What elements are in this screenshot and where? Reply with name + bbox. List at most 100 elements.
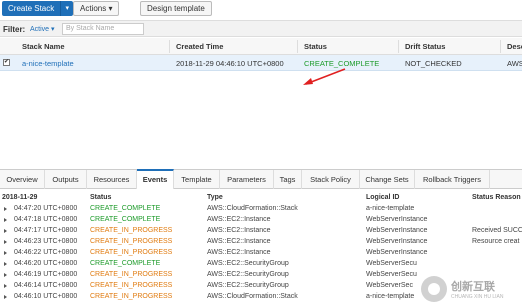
table-row[interactable]: ✔ a-nice-template 2018-11-29 04:46:10 UT… <box>0 55 522 71</box>
tab-parameters[interactable]: Parameters <box>220 170 274 189</box>
event-status: CREATE_COMPLETE <box>90 260 161 267</box>
table-row[interactable]: 04:46:20 UTC+0800 CREATE_COMPLETE AWS::EC2… <box>0 259 522 270</box>
event-status: CREATE_IN_PROGRESS <box>90 238 173 245</box>
status-filter-select[interactable]: Active ▾ <box>30 25 55 33</box>
event-time: 04:46:14 UTC+0800 <box>14 282 78 289</box>
tab-rollback-triggers[interactable]: Rollback Triggers <box>415 170 490 189</box>
create-stack-button[interactable]: Create Stack ▾ <box>2 1 74 16</box>
event-type: AWS::EC2::Instance <box>207 249 271 256</box>
event-logical-id: WebServerInstance <box>366 227 428 234</box>
events-header: 2018-11-29 Status Type Logical ID Status… <box>0 192 522 204</box>
create-stack-label[interactable]: Create Stack <box>2 1 62 16</box>
column-divider <box>297 40 298 53</box>
event-logical-id: WebServerSec <box>366 282 413 289</box>
event-type: AWS::EC2::SecurityGroup <box>207 260 289 267</box>
column-drift-status[interactable]: Drift Status <box>405 42 445 51</box>
event-status: CREATE_IN_PROGRESS <box>90 227 173 234</box>
expand-triangle-icon[interactable] <box>4 262 7 266</box>
expand-triangle-icon[interactable] <box>4 295 7 299</box>
event-time: 04:47:18 UTC+0800 <box>14 216 78 223</box>
event-type: AWS::CloudFormation::Stack <box>207 293 298 300</box>
table-row[interactable]: 04:47:17 UTC+0800 CREATE_IN_PROGRESS AWS::… <box>0 226 522 237</box>
event-time: 04:46:22 UTC+0800 <box>14 249 78 256</box>
expand-triangle-icon[interactable] <box>4 273 7 277</box>
actions-label: Actions <box>80 4 107 13</box>
annotation-arrow <box>303 68 346 85</box>
created-time: 2018-11-29 04:46:10 UTC+0800 <box>176 59 284 68</box>
expand-triangle-icon[interactable] <box>4 251 7 255</box>
status-filter-value: Active <box>30 26 50 33</box>
chevron-down-icon: ▾ <box>51 26 55 33</box>
event-status: CREATE_IN_PROGRESS <box>90 249 173 256</box>
event-time: 04:46:20 UTC+0800 <box>14 260 78 267</box>
event-logical-id: WebServerSecu <box>366 260 417 267</box>
events-date: 2018-11-29 <box>2 194 38 201</box>
expand-triangle-icon[interactable] <box>4 207 7 211</box>
tab-stack-policy[interactable]: Stack Policy <box>302 170 360 189</box>
tab-outputs[interactable]: Outputs <box>45 170 87 189</box>
column-type: Type <box>207 194 223 201</box>
event-type: AWS::EC2::Instance <box>207 216 271 223</box>
event-status: CREATE_IN_PROGRESS <box>90 282 173 289</box>
event-time: 04:47:17 UTC+0800 <box>14 227 78 234</box>
tab-overview[interactable]: Overview <box>0 170 45 189</box>
row-checkbox[interactable]: ✔ <box>3 59 10 66</box>
tab-template[interactable]: Template <box>174 170 220 189</box>
event-status: CREATE_IN_PROGRESS <box>90 293 173 300</box>
design-template-button[interactable]: Design template <box>140 1 212 16</box>
drift-status: NOT_CHECKED <box>405 59 462 68</box>
event-time: 04:46:23 UTC+0800 <box>14 238 78 245</box>
event-type: AWS::EC2::Instance <box>207 238 271 245</box>
tab-tags[interactable]: Tags <box>274 170 302 189</box>
event-type: AWS::CloudFormation::Stack <box>207 205 298 212</box>
watermark-logo-icon <box>421 275 447 302</box>
tab-events[interactable]: Events <box>137 169 174 189</box>
column-status-reason: Status Reason <box>472 194 521 201</box>
table-row[interactable]: 04:47:18 UTC+0800 CREATE_COMPLETE AWS::EC2… <box>0 215 522 226</box>
column-stack-name[interactable]: Stack Name <box>22 42 65 51</box>
event-time: 04:46:19 UTC+0800 <box>14 271 78 278</box>
column-description[interactable]: Desc <box>507 42 522 51</box>
column-status: Status <box>90 194 112 201</box>
stack-name-search-input[interactable]: By Stack Name <box>62 23 144 35</box>
watermark-subtitle: CHUANG XIN HU LIAN <box>451 293 504 300</box>
event-status: CREATE_COMPLETE <box>90 216 161 223</box>
table-row[interactable]: 04:46:23 UTC+0800 CREATE_IN_PROGRESS AWS::… <box>0 237 522 248</box>
toolbar: Create Stack ▾ Actions ▾ Design template <box>0 0 522 19</box>
watermark-logo: 创新互联 CHUANG XIN HU LIAN <box>421 270 522 307</box>
chevron-down-icon[interactable]: ▾ <box>61 1 74 16</box>
column-created-time[interactable]: Created Time <box>176 42 223 51</box>
event-logical-id: a-nice-template <box>366 293 415 300</box>
expand-triangle-icon[interactable] <box>4 218 7 222</box>
detail-tabs: Overview Outputs Resources Events Templa… <box>0 169 522 189</box>
column-status[interactable]: Status <box>304 42 327 51</box>
table-row[interactable]: 04:46:22 UTC+0800 CREATE_IN_PROGRESS AWS::… <box>0 248 522 259</box>
column-logical-id: Logical ID <box>366 194 400 201</box>
event-logical-id: a-nice-template <box>366 205 415 212</box>
expand-triangle-icon[interactable] <box>4 284 7 288</box>
tab-change-sets[interactable]: Change Sets <box>360 170 415 189</box>
event-status: CREATE_IN_PROGRESS <box>90 271 173 278</box>
stack-table-header: Stack Name Created Time Status Drift Sta… <box>0 38 522 55</box>
chevron-down-icon: ▾ <box>108 4 113 13</box>
actions-button[interactable]: Actions ▾ <box>73 1 120 16</box>
event-logical-id: WebServerSecu <box>366 271 417 278</box>
event-status-reason: Received SUCC <box>472 227 522 234</box>
filter-bar: Filter: Active ▾ By Stack Name <box>0 20 522 37</box>
description: AWS <box>507 59 522 68</box>
event-type: AWS::EC2::SecurityGroup <box>207 282 289 289</box>
event-logical-id: WebServerInstance <box>366 216 428 223</box>
watermark-title: 创新互联 <box>451 280 495 293</box>
table-row[interactable]: 04:47:20 UTC+0800 CREATE_COMPLETE AWS::Clo… <box>0 204 522 215</box>
column-divider <box>169 40 170 53</box>
column-divider <box>500 40 501 53</box>
event-type: AWS::EC2::SecurityGroup <box>207 271 289 278</box>
filter-label: Filter: <box>3 25 26 34</box>
tab-resources[interactable]: Resources <box>87 170 137 189</box>
expand-triangle-icon[interactable] <box>4 229 7 233</box>
event-time: 04:46:10 UTC+0800 <box>14 293 78 300</box>
event-status-reason: Resource creat <box>472 238 520 245</box>
expand-triangle-icon[interactable] <box>4 240 7 244</box>
stack-name-link[interactable]: a-nice-template <box>22 59 74 68</box>
event-type: AWS::EC2::Instance <box>207 227 271 234</box>
